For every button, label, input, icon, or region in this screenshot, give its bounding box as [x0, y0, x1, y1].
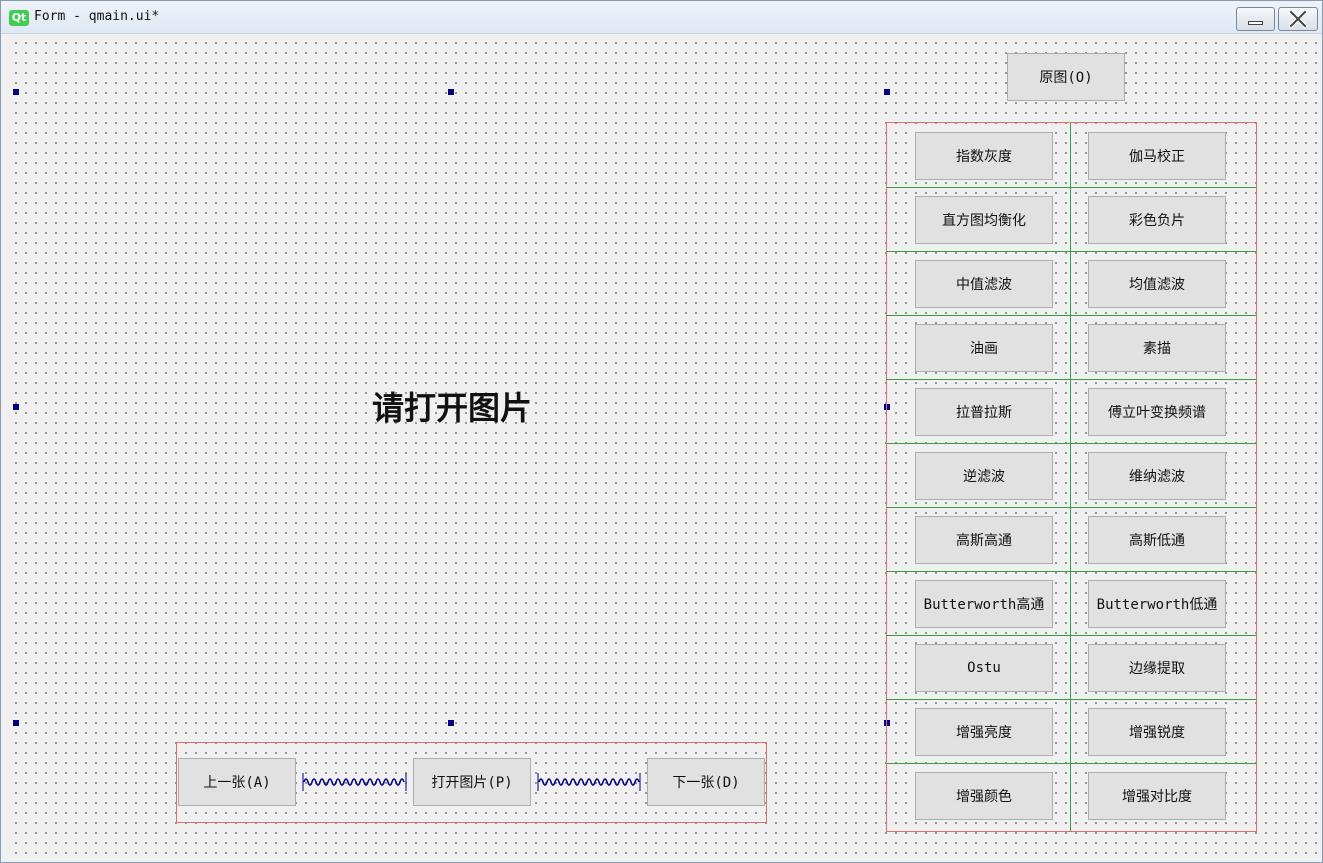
grid-divider: [887, 379, 1256, 380]
close-icon: [1288, 9, 1308, 29]
selection-handle[interactable]: [13, 720, 19, 726]
enhance-contrast-button[interactable]: 增强对比度: [1088, 772, 1226, 820]
grid-divider: [887, 571, 1256, 572]
window-title: Form - qmain.ui*: [34, 9, 160, 24]
selection-handle[interactable]: [448, 720, 454, 726]
selection-handle[interactable]: [13, 404, 19, 410]
horizontal-spacer[interactable]: [302, 772, 408, 792]
image-display-label[interactable]: 请打开图片: [352, 388, 552, 428]
grid-divider: [887, 187, 1256, 188]
gaussian-lowpass-button[interactable]: 高斯低通: [1088, 516, 1226, 564]
grid-divider: [1070, 123, 1071, 831]
open-image-button[interactable]: 打开图片(P): [413, 758, 531, 806]
grid-divider: [887, 763, 1256, 764]
otsu-button[interactable]: Ostu: [915, 644, 1053, 692]
prev-image-button[interactable]: 上一张(A): [178, 758, 296, 806]
sketch-button[interactable]: 素描: [1088, 324, 1226, 372]
enhance-brightness-button[interactable]: 增强亮度: [915, 708, 1053, 756]
grid-divider: [887, 635, 1256, 636]
minimize-button[interactable]: [1236, 7, 1275, 31]
fourier-spectrum-button[interactable]: 傅立叶变换频谱: [1088, 388, 1226, 436]
grid-divider: [887, 699, 1256, 700]
enhance-sharpness-button[interactable]: 增强锐度: [1088, 708, 1226, 756]
horizontal-spacer[interactable]: [537, 772, 642, 792]
oil-painting-button[interactable]: 油画: [915, 324, 1053, 372]
butterworth-highpass-button[interactable]: Butterworth高通: [915, 580, 1053, 628]
butterworth-lowpass-button[interactable]: Butterworth低通: [1088, 580, 1226, 628]
mean-filter-button[interactable]: 均值滤波: [1088, 260, 1226, 308]
original-image-button[interactable]: 原图(O): [1007, 53, 1125, 101]
title-bar[interactable]: Qt Form - qmain.ui*: [1, 1, 1322, 34]
median-filter-button[interactable]: 中值滤波: [915, 260, 1053, 308]
grid-divider: [887, 443, 1256, 444]
histogram-equalization-button[interactable]: 直方图均衡化: [915, 196, 1053, 244]
gamma-correction-button[interactable]: 伽马校正: [1088, 132, 1226, 180]
minimize-icon: [1248, 21, 1263, 25]
grid-divider: [887, 507, 1256, 508]
close-button[interactable]: [1278, 7, 1318, 31]
next-image-button[interactable]: 下一张(D): [647, 758, 765, 806]
enhance-color-button[interactable]: 增强颜色: [915, 772, 1053, 820]
selection-handle[interactable]: [448, 89, 454, 95]
gaussian-highpass-button[interactable]: 高斯高通: [915, 516, 1053, 564]
grid-divider: [887, 315, 1256, 316]
selection-handle[interactable]: [884, 89, 890, 95]
color-negative-button[interactable]: 彩色负片: [1088, 196, 1226, 244]
qt-logo-icon: Qt: [9, 10, 29, 26]
wiener-filter-button[interactable]: 维纳滤波: [1088, 452, 1226, 500]
exponential-gray-button[interactable]: 指数灰度: [915, 132, 1053, 180]
edge-extraction-button[interactable]: 边缘提取: [1088, 644, 1226, 692]
laplacian-button[interactable]: 拉普拉斯: [915, 388, 1053, 436]
selection-handle[interactable]: [13, 89, 19, 95]
grid-divider: [887, 251, 1256, 252]
inverse-filter-button[interactable]: 逆滤波: [915, 452, 1053, 500]
